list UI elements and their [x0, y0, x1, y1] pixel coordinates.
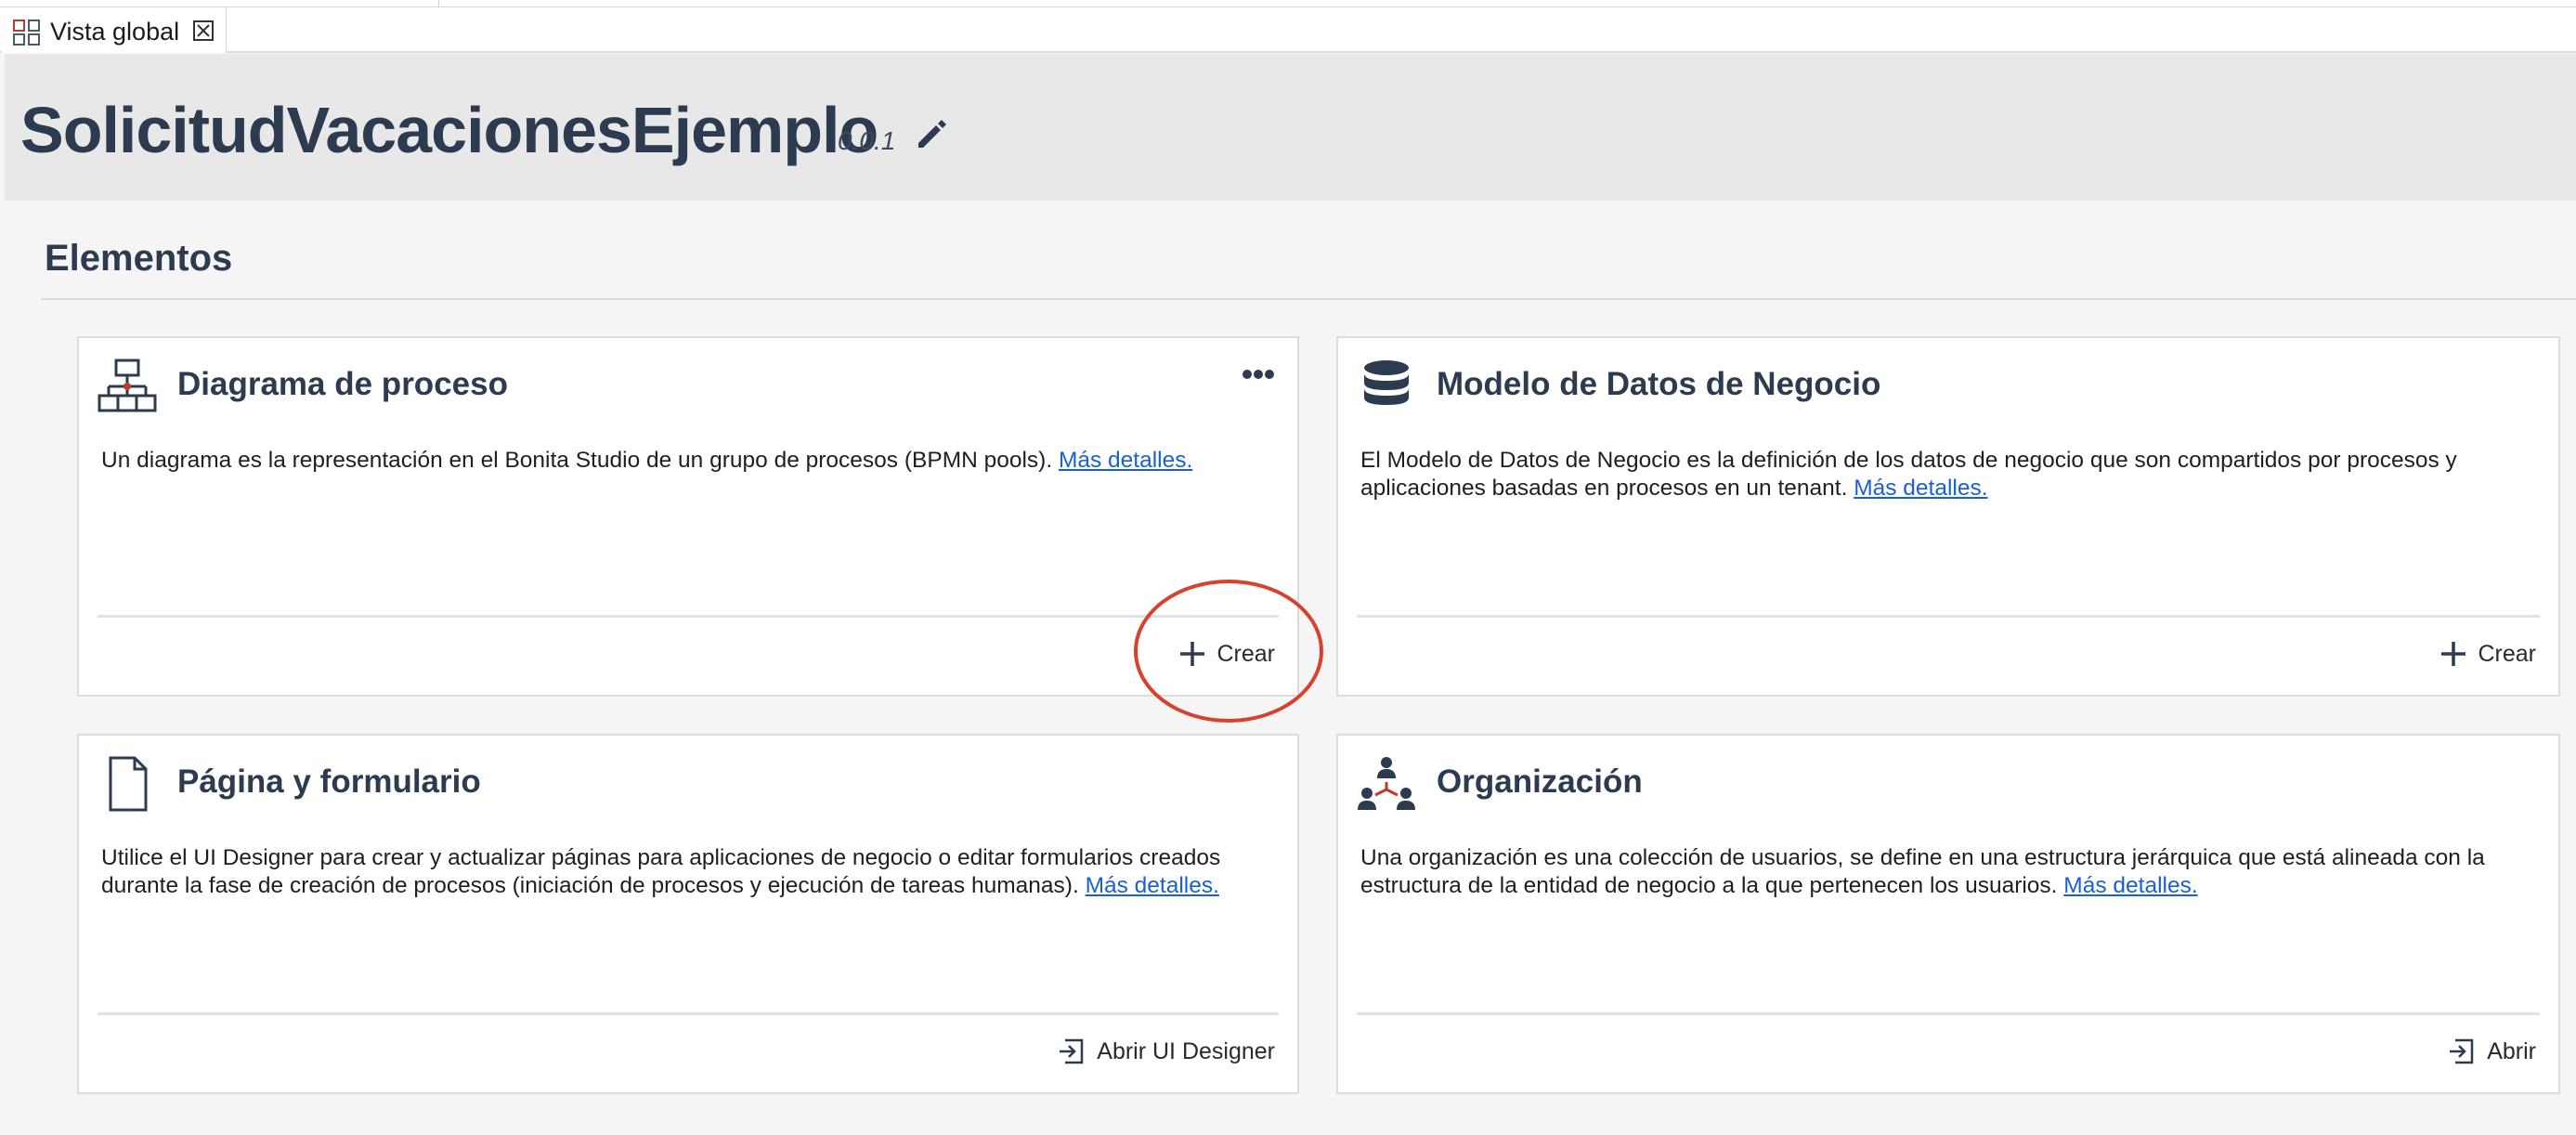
card-organization: Organización Una organización es una col…: [1336, 734, 2560, 1094]
description-text: Utilice el UI Designer para crear y actu…: [101, 845, 1221, 898]
database-icon: [1364, 360, 1409, 405]
close-icon[interactable]: [191, 19, 215, 43]
plus-icon: [1180, 642, 1205, 666]
tab-separator: [438, 0, 439, 7]
editor-tab-strip: Vista global: [0, 0, 2576, 53]
card-divider: [98, 1012, 1279, 1015]
plus-icon: [2441, 642, 2466, 666]
tab-strip-top-border: [0, 0, 2576, 7]
card-pages-forms: Página y formulario Utilice el UI Design…: [77, 734, 1299, 1094]
card-title: Página y formulario: [177, 763, 481, 800]
more-horizontal-icon[interactable]: [1242, 368, 1275, 381]
open-organization-button[interactable]: Abrir: [2448, 1031, 2536, 1072]
pencil-icon[interactable]: [913, 115, 950, 152]
process-diagram-icon: [98, 359, 157, 412]
card-title: Organización: [1437, 763, 1643, 800]
create-diagram-button[interactable]: Crear: [1177, 633, 1275, 674]
card-description: El Modelo de Datos de Negocio es la defi…: [1360, 447, 2540, 502]
project-version: 0.0.1: [838, 126, 896, 155]
card-description: Un diagrama es la representación en el B…: [101, 447, 1281, 475]
tab-vista-global[interactable]: Vista global: [2, 8, 227, 53]
open-external-icon: [1060, 1038, 1084, 1064]
action-label: Crear: [2478, 640, 2536, 667]
description-text: Una organización es una colección de usu…: [1360, 845, 2485, 898]
card-divider: [1357, 615, 2540, 618]
more-details-link[interactable]: Más detalles.: [1059, 448, 1192, 473]
more-details-link[interactable]: Más detalles.: [2063, 873, 2197, 898]
card-description: Utilice el UI Designer para crear y actu…: [101, 844, 1281, 900]
action-label: Abrir: [2487, 1037, 2536, 1064]
page-icon: [109, 756, 148, 812]
card-divider: [1357, 1012, 2540, 1015]
card-process-diagram: Diagrama de proceso Un diagrama es la re…: [77, 336, 1299, 697]
section-title: Elementos: [45, 238, 233, 279]
open-external-icon: [2450, 1038, 2474, 1064]
more-details-link[interactable]: Más detalles.: [1854, 476, 1987, 501]
organization-icon: [1358, 757, 1415, 810]
card-description: Una organización es una colección de usu…: [1360, 844, 2540, 900]
section-divider: [41, 298, 2576, 300]
create-bdm-button[interactable]: Crear: [2439, 633, 2536, 674]
open-ui-designer-button[interactable]: Abrir UI Designer: [1058, 1031, 1275, 1072]
project-title: SolicitudVacacionesEjemplo: [20, 94, 878, 166]
project-header: SolicitudVacacionesEjemplo 0.0.1: [5, 54, 2576, 201]
tab-label: Vista global: [50, 18, 180, 46]
card-divider: [98, 615, 1279, 618]
more-details-link[interactable]: Más detalles.: [1086, 873, 1219, 898]
card-title: Modelo de Datos de Negocio: [1437, 366, 1881, 402]
card-business-data-model: Modelo de Datos de Negocio El Modelo de …: [1336, 336, 2560, 697]
overview-grid-icon: [13, 20, 40, 46]
card-title: Diagrama de proceso: [177, 366, 508, 402]
action-label: Abrir UI Designer: [1097, 1037, 1275, 1064]
description-text: Un diagrama es la representación en el B…: [101, 448, 1059, 473]
action-label: Crear: [1216, 640, 1275, 667]
